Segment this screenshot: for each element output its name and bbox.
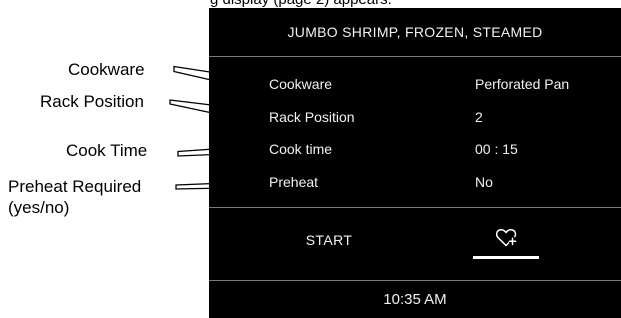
add-favorite-button[interactable]: [473, 222, 539, 260]
recipe-title: JUMBO SHRIMP, FROZEN, STEAMED: [287, 24, 543, 40]
setting-row-preheat: Preheat No: [209, 173, 621, 203]
setting-value-cook-time: 00 : 15: [475, 141, 518, 157]
page-caption: g display (page 2) appears.: [210, 0, 392, 8]
clock-display: 10:35 AM: [383, 290, 447, 308]
settings-divider: [209, 207, 621, 208]
setting-label-cookware: Cookware: [269, 76, 333, 92]
callout-cook-time: Cook Time: [66, 141, 148, 160]
callout-cookware: Cookware: [68, 60, 145, 79]
setting-row-rack-position: Rack Position 2: [209, 108, 621, 138]
setting-label-cook-time: Cook time: [269, 141, 333, 157]
title-divider: [209, 56, 621, 57]
setting-value-preheat: No: [475, 174, 493, 190]
start-button[interactable]: START: [269, 228, 389, 252]
setting-label-rack-position: Rack Position: [269, 109, 355, 125]
heart-plus-icon: [495, 229, 517, 247]
setting-label-preheat: Preheat: [269, 174, 319, 190]
setting-value-cookware: Perforated Pan: [475, 76, 570, 92]
oven-display-screen: JUMBO SHRIMP, FROZEN, STEAMED Cookware P…: [209, 8, 621, 318]
callout-rack-position: Rack Position: [40, 92, 144, 111]
callout-preheat-note: (yes/no): [8, 198, 70, 217]
favorite-selected-indicator: [473, 256, 539, 259]
setting-value-rack-position: 2: [475, 109, 483, 125]
setting-row-cookware: Cookware Perforated Pan: [209, 75, 621, 105]
setting-row-cook-time: Cook time 00 : 15: [209, 140, 621, 170]
callout-preheat-required: Preheat Required: [8, 177, 142, 196]
